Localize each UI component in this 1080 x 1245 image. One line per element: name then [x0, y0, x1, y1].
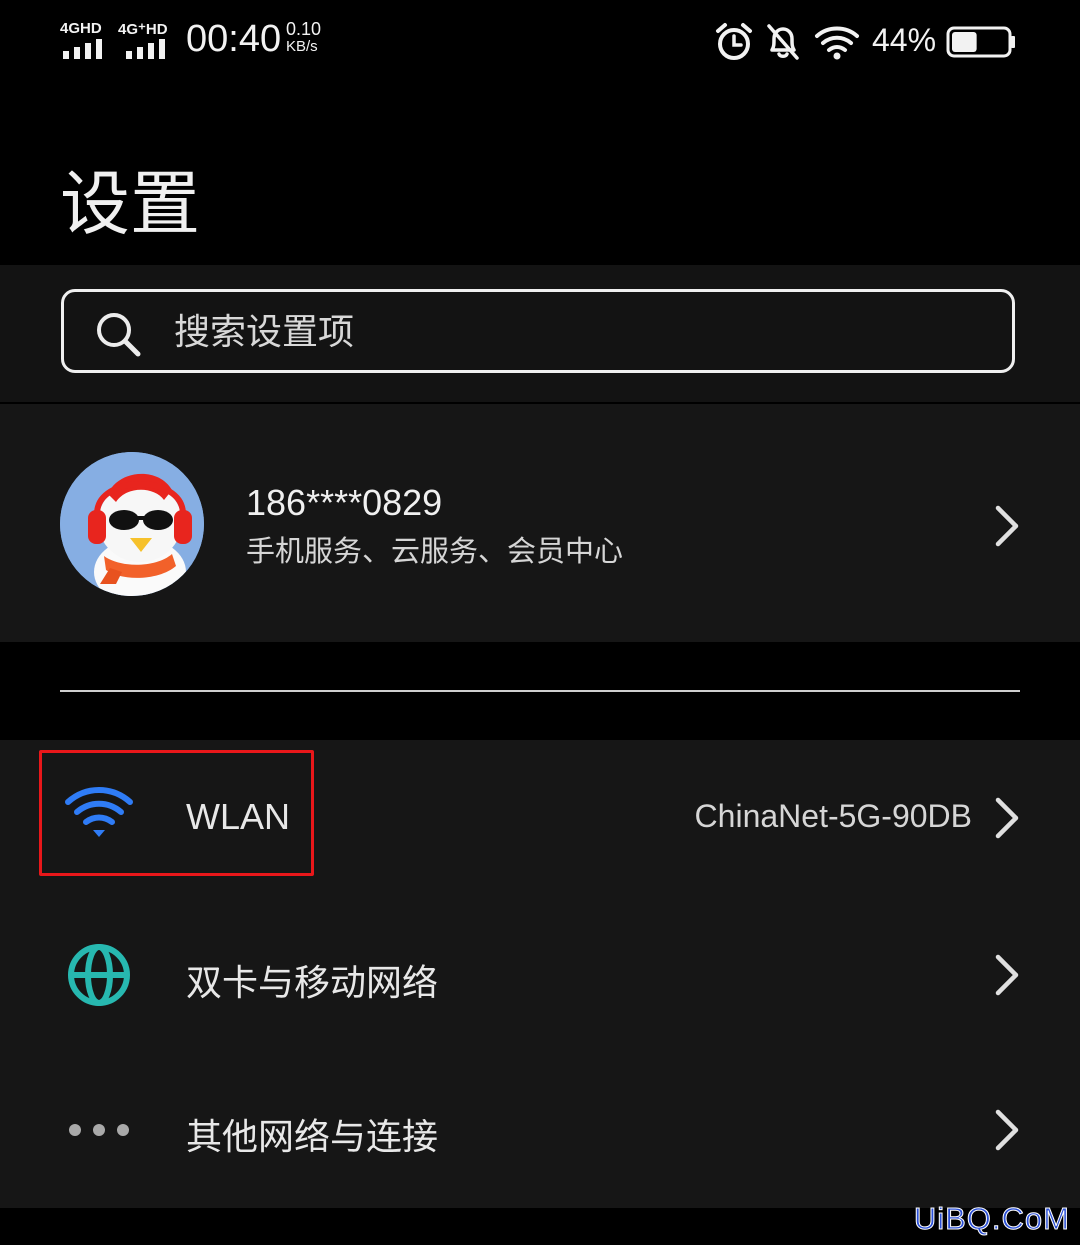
dual-sim-label: 双卡与移动网络 [186, 963, 439, 1004]
setting-row-other-networks[interactable]: 其他网络与连接 [0, 1052, 1080, 1208]
wlan-network-name: ChinaNet-5G-90DB [694, 798, 972, 834]
sim2-signal-bars-icon [126, 39, 165, 59]
chevron-right-icon [995, 797, 1019, 839]
alarm-icon [716, 23, 752, 60]
section-divider [60, 690, 1020, 692]
sim2-network-label: 4G⁺HD [118, 21, 168, 38]
silent-bell-icon [767, 24, 799, 60]
sim1-network-label: 4GHD [60, 20, 102, 37]
wlan-highlight-box [39, 750, 314, 876]
wifi-status-icon [815, 26, 859, 60]
clock: 00:40 [186, 18, 282, 60]
account-number: 186****0829 [246, 482, 443, 523]
account-subtitle: 手机服务、云服务、会员中心 [246, 534, 624, 568]
battery-percentage: 44% [872, 22, 937, 58]
search-input[interactable] [174, 306, 974, 358]
chevron-right-icon [995, 1109, 1019, 1151]
search-box[interactable] [61, 289, 1015, 373]
sim2-signal: 4G⁺HD [118, 20, 168, 60]
sim1-signal-bars-icon [63, 39, 102, 59]
network-speed: 0.10 KB/s [286, 20, 336, 55]
watermark-logo: UiBQ.CoM [913, 1201, 1070, 1237]
battery-icon [946, 26, 1015, 58]
avatar[interactable] [60, 452, 204, 596]
setting-row-dual-sim[interactable]: 双卡与移动网络 [0, 896, 1080, 1052]
globe-icon [68, 944, 130, 1006]
network-speed-unit: KB/s [286, 37, 318, 55]
chevron-right-icon [995, 505, 1019, 547]
other-networks-label: 其他网络与连接 [186, 1117, 439, 1158]
account-card[interactable]: 186****0829 手机服务、云服务、会员中心 [0, 404, 1080, 642]
penguin-avatar-icon [60, 452, 204, 596]
chevron-right-icon [995, 954, 1019, 996]
sim1-signal: 4GHD [60, 20, 110, 60]
page-title: 设置 [60, 163, 200, 245]
search-icon [97, 313, 141, 357]
more-dots-icon [69, 1124, 129, 1136]
network-speed-value: 0.10 [286, 19, 322, 39]
status-bar: 4GHD 4G⁺HD 00:40 0.10 KB/s 44% [0, 0, 1080, 90]
